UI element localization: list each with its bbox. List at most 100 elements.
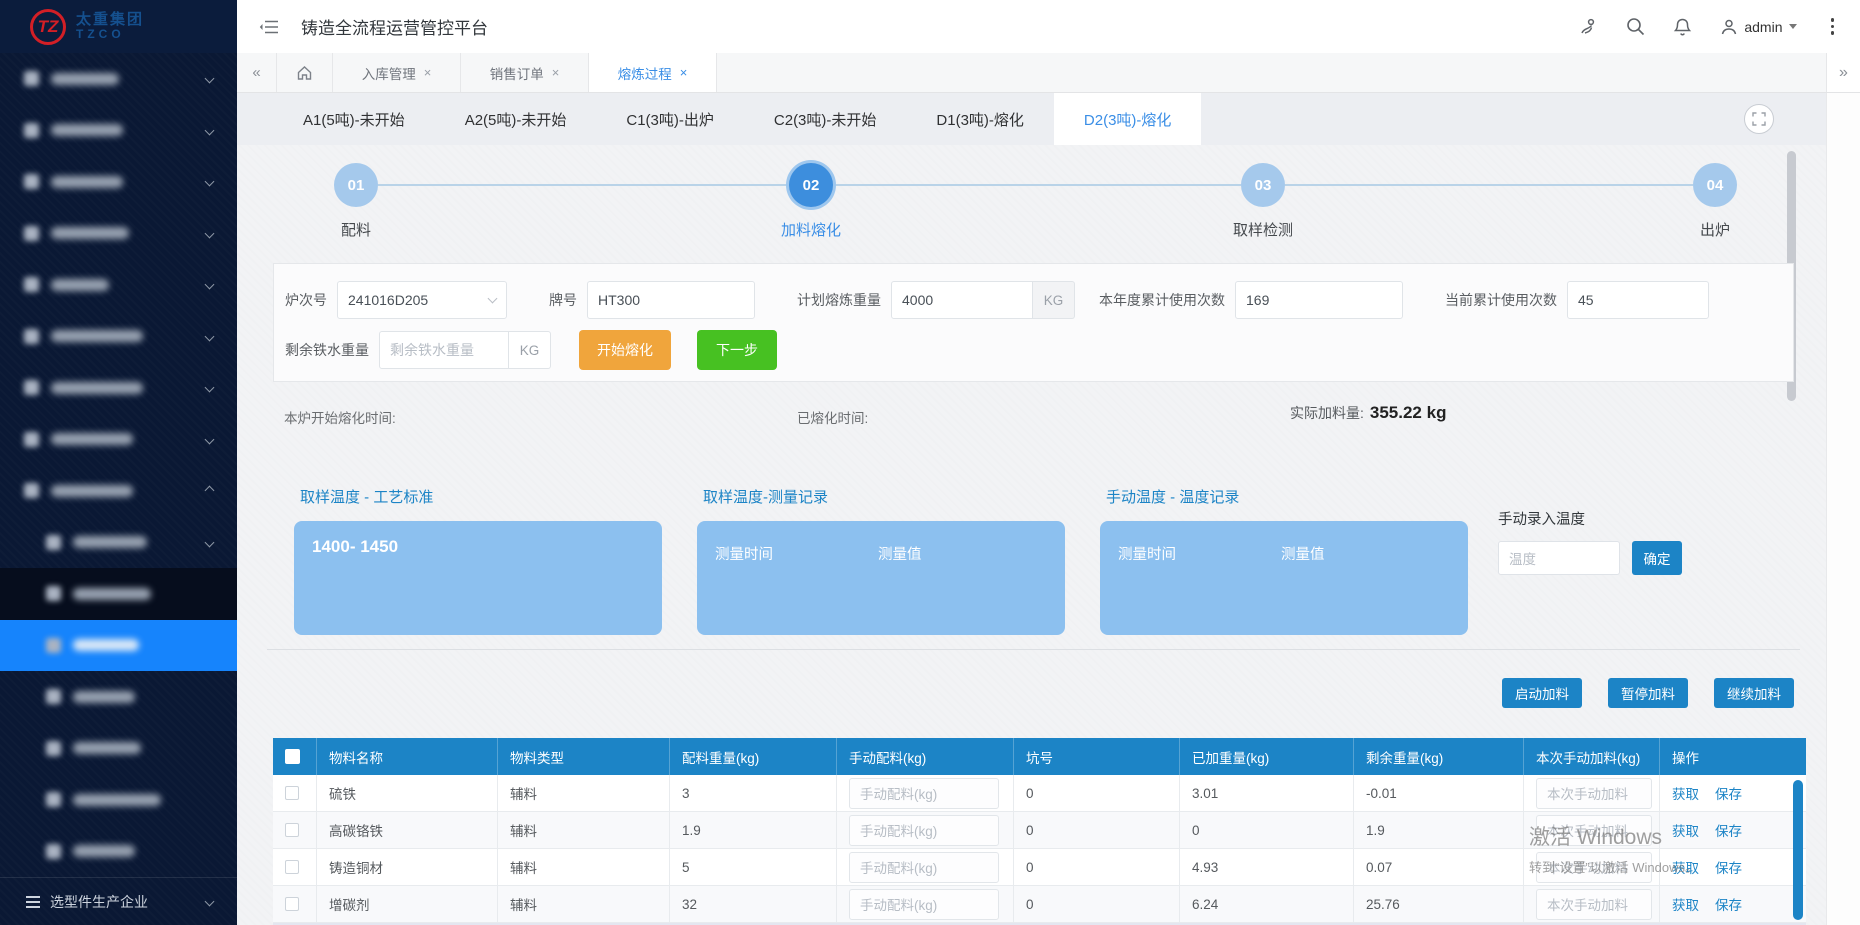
furnace-tab-d1[interactable]: D1(3吨)-熔化 xyxy=(906,93,1054,145)
menu-icon xyxy=(24,380,39,395)
plan-weight-input[interactable]: 4000 xyxy=(891,281,1033,319)
feed-controls: 启动加料 暂停加料 继续加料 xyxy=(273,678,1794,708)
logo-badge: TZ xyxy=(30,9,66,45)
sidebar-item-redacted[interactable] xyxy=(0,208,237,260)
get-link[interactable]: 获取 xyxy=(1672,894,1699,914)
sidebar-subitem-redacted[interactable] xyxy=(0,723,237,775)
start-feed-button[interactable]: 启动加料 xyxy=(1502,678,1582,708)
sidebar-subitem-redacted[interactable] xyxy=(0,517,237,569)
user-menu[interactable]: admin xyxy=(1720,18,1796,36)
resume-feed-button[interactable]: 继续加料 xyxy=(1714,678,1794,708)
chevron-down-icon xyxy=(205,331,215,341)
notification-bell-icon[interactable] xyxy=(1673,17,1692,37)
furnace-no-select[interactable]: 241016D205 xyxy=(337,281,507,319)
chevron-down-icon xyxy=(205,228,215,238)
card-manual-temp-records: 手动温度 - 温度记录 测量时间 测量值 xyxy=(1100,476,1468,635)
manual-add-input[interactable]: 本次手动加料 xyxy=(1536,889,1652,920)
sidebar-item-redacted[interactable] xyxy=(0,156,237,208)
furnace-tab-c2[interactable]: C2(3吨)-未开始 xyxy=(744,93,907,145)
manual-batch-input[interactable]: 手动配料(kg) xyxy=(849,852,999,883)
tab-melting-process[interactable]: 熔炼过程 × xyxy=(589,53,717,92)
menu-icon xyxy=(46,535,61,550)
furnace-tab-a2[interactable]: A2(5吨)-未开始 xyxy=(435,93,597,145)
manual-add-input[interactable]: 本次手动加料 xyxy=(1536,815,1652,846)
table-header: 物料名称 物料类型 配料重量(kg) 手动配料(kg) 坑号 已加重量(kg) … xyxy=(273,738,1806,775)
furnace-tab-c1[interactable]: C1(3吨)-出炉 xyxy=(596,93,744,145)
close-icon[interactable]: × xyxy=(424,65,432,80)
page-scrollbar-gutter[interactable] xyxy=(1826,93,1860,925)
row-checkbox[interactable] xyxy=(285,786,299,800)
save-link[interactable]: 保存 xyxy=(1715,894,1742,914)
col-measure-time: 测量时间 xyxy=(1118,543,1176,564)
chevron-down-icon xyxy=(205,125,215,135)
next-step-button[interactable]: 下一步 xyxy=(697,330,777,370)
chevron-down-icon xyxy=(205,537,215,547)
row-checkbox[interactable] xyxy=(285,823,299,837)
tabs-scroll-right[interactable]: » xyxy=(1826,53,1860,92)
year-count-label: 本年度累计使用次数 xyxy=(1099,290,1225,310)
confirm-button[interactable]: 确定 xyxy=(1632,541,1682,575)
manual-batch-input[interactable]: 手动配料(kg) xyxy=(849,778,999,809)
manual-batch-input[interactable]: 手动配料(kg) xyxy=(849,889,999,920)
sidebar-subitem-redacted[interactable] xyxy=(0,568,237,620)
save-link[interactable]: 保存 xyxy=(1715,783,1742,803)
tab-warehouse[interactable]: 入库管理 × xyxy=(333,53,461,92)
get-link[interactable]: 获取 xyxy=(1672,783,1699,803)
grade-input[interactable]: HT300 xyxy=(587,281,755,319)
menu-fold-icon[interactable] xyxy=(259,19,279,35)
remain-weight-input[interactable]: 剩余铁水重量 xyxy=(379,331,509,369)
select-all-checkbox[interactable] xyxy=(285,749,300,764)
sidebar-subitem-selected[interactable] xyxy=(0,620,237,672)
row-checkbox[interactable] xyxy=(285,897,299,911)
sidebar-item-redacted[interactable] xyxy=(0,53,237,105)
pause-feed-button[interactable]: 暂停加料 xyxy=(1608,678,1688,708)
fullscreen-icon[interactable] xyxy=(1744,104,1774,134)
row-checkbox[interactable] xyxy=(285,860,299,874)
sidebar-item-bottom[interactable]: 选型件生产企业 xyxy=(0,877,237,925)
search-icon[interactable] xyxy=(1626,17,1645,36)
sidebar-item-redacted[interactable] xyxy=(0,362,237,414)
kg-unit: KG xyxy=(509,331,551,369)
close-icon[interactable]: × xyxy=(552,65,560,80)
save-link[interactable]: 保存 xyxy=(1715,857,1742,877)
language-icon[interactable] xyxy=(1578,17,1598,37)
furnace-tab-d2[interactable]: D2(3吨)-熔化 xyxy=(1054,93,1202,145)
sidebar-item-redacted[interactable] xyxy=(0,414,237,466)
current-count-input[interactable]: 45 xyxy=(1567,281,1709,319)
temperature-input[interactable]: 温度 xyxy=(1498,541,1620,575)
username: admin xyxy=(1744,19,1782,35)
more-menu-icon[interactable] xyxy=(1825,16,1841,37)
current-count-label: 当前累计使用次数 xyxy=(1445,290,1557,310)
year-count-input[interactable]: 169 xyxy=(1235,281,1403,319)
tab-sales-order[interactable]: 销售订单 × xyxy=(461,53,589,92)
sidebar-item-redacted[interactable] xyxy=(0,311,237,363)
manual-add-input[interactable]: 本次手动加料 xyxy=(1536,852,1652,883)
grade-label: 牌号 xyxy=(549,290,577,310)
furnace-no-label: 炉次号 xyxy=(285,290,327,310)
sidebar-item-redacted[interactable] xyxy=(0,259,237,311)
chevron-down-icon xyxy=(488,294,498,304)
close-icon[interactable]: × xyxy=(680,65,688,80)
save-link[interactable]: 保存 xyxy=(1715,820,1742,840)
list-icon xyxy=(26,896,40,908)
get-link[interactable]: 获取 xyxy=(1672,820,1699,840)
step-1-circle: 01 xyxy=(334,163,378,207)
sidebar-subitem-redacted[interactable] xyxy=(0,826,237,878)
step-2-label: 加料熔化 xyxy=(781,219,841,240)
manual-add-input[interactable]: 本次手动加料 xyxy=(1536,778,1652,809)
home-tab[interactable] xyxy=(277,53,333,92)
get-link[interactable]: 获取 xyxy=(1672,857,1699,877)
sidebar-subitem-redacted[interactable] xyxy=(0,774,237,826)
card-sample-temp-standard: 取样温度 - 工艺标准 1400- 1450 xyxy=(294,476,662,635)
start-melt-button[interactable]: 开始熔化 xyxy=(579,330,671,370)
menu-icon xyxy=(46,844,61,859)
actual-feed-value: 355.22 kg xyxy=(1370,403,1447,422)
sidebar-item-expanded[interactable] xyxy=(0,465,237,517)
sidebar-subitem-redacted[interactable] xyxy=(0,671,237,723)
furnace-tab-a1[interactable]: A1(5吨)-未开始 xyxy=(273,93,435,145)
chevron-down-icon xyxy=(205,434,215,444)
table-scrollbar-thumb[interactable] xyxy=(1793,780,1803,920)
tabs-scroll-left[interactable]: « xyxy=(237,53,277,92)
manual-batch-input[interactable]: 手动配料(kg) xyxy=(849,815,999,846)
sidebar-item-redacted[interactable] xyxy=(0,105,237,157)
